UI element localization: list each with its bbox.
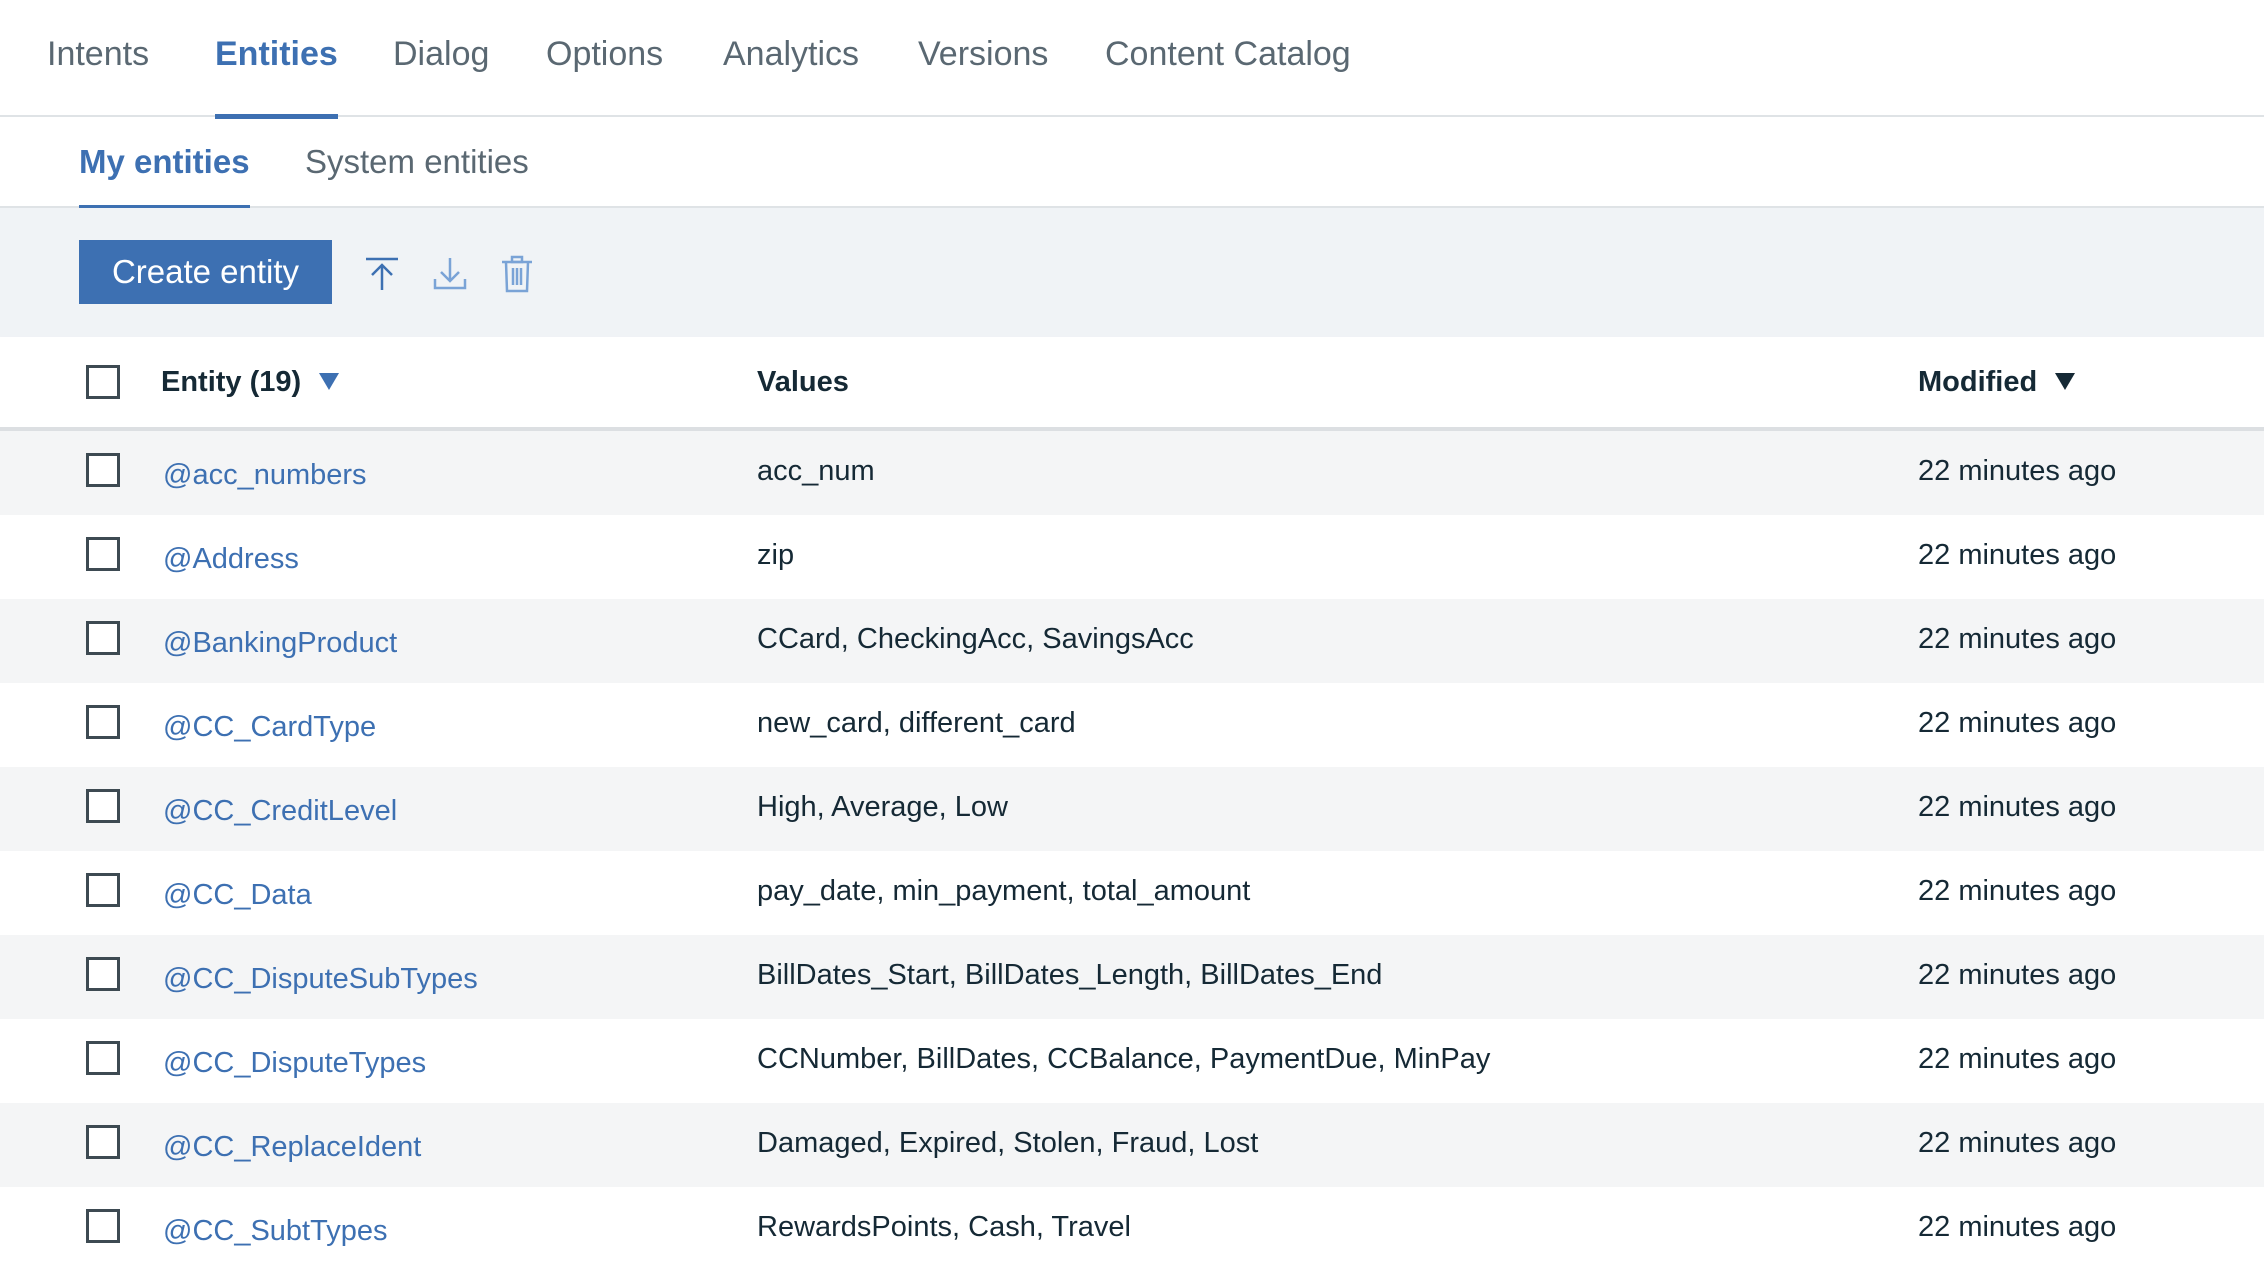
row-checkbox[interactable] <box>86 537 120 571</box>
table-row: @CC_DisputeSubTypes BillDates_Start, Bil… <box>0 935 2264 1019</box>
entity-column-header[interactable]: Entity (19) <box>161 337 340 431</box>
entity-link[interactable]: @BankingProduct <box>163 599 397 683</box>
row-checkbox[interactable] <box>86 453 120 487</box>
modified-time: 22 minutes ago <box>1918 1211 2117 1243</box>
modified-time: 22 minutes ago <box>1918 455 2117 487</box>
secondary-tab-bar: My entities System entities <box>0 117 2264 210</box>
modified-time: 22 minutes ago <box>1918 707 2117 739</box>
entity-values: new_card, different_card <box>757 707 1076 739</box>
sort-down-icon <box>2055 372 2076 390</box>
entities-table: Entity (19) Values Modified @acc_numbers… <box>0 337 2264 1271</box>
tab-options[interactable]: Options <box>546 0 663 117</box>
entity-values: CCNumber, BillDates, CCBalance, PaymentD… <box>757 1043 1491 1075</box>
modified-time: 22 minutes ago <box>1918 623 2117 655</box>
entity-link[interactable]: @Address <box>163 515 299 599</box>
entity-column-label: Entity (19) <box>161 366 302 398</box>
table-row: @CC_SubtTypes RewardsPoints, Cash, Trave… <box>0 1187 2264 1271</box>
modified-time: 22 minutes ago <box>1918 791 2117 823</box>
entity-link[interactable]: @acc_numbers <box>163 431 367 515</box>
entity-link[interactable]: @CC_CardType <box>163 683 376 767</box>
entity-link[interactable]: @CC_SubtTypes <box>163 1187 387 1271</box>
entity-values: Damaged, Expired, Stolen, Fraud, Lost <box>757 1127 1259 1159</box>
trash-icon[interactable] <box>497 254 537 294</box>
table-row: @CC_CardType new_card, different_card 22… <box>0 683 2264 767</box>
row-checkbox[interactable] <box>86 957 120 991</box>
table-row: @CC_CreditLevel High, Average, Low 22 mi… <box>0 767 2264 851</box>
table-row: @BankingProduct CCard, CheckingAcc, Savi… <box>0 599 2264 683</box>
tab-content-catalog[interactable]: Content Catalog <box>1105 0 1351 117</box>
select-all-checkbox[interactable] <box>86 365 120 399</box>
entity-values: pay_date, min_payment, total_amount <box>757 875 1251 907</box>
row-checkbox[interactable] <box>86 789 120 823</box>
entity-values: High, Average, Low <box>757 791 1008 823</box>
row-checkbox[interactable] <box>86 1041 120 1075</box>
table-row: @acc_numbers acc_num 22 minutes ago <box>0 431 2264 515</box>
entity-link[interactable]: @CC_CreditLevel <box>163 767 397 851</box>
row-checkbox[interactable] <box>86 1125 120 1159</box>
row-checkbox[interactable] <box>86 873 120 907</box>
modified-column-header[interactable]: Modified <box>1918 337 2076 431</box>
sort-down-icon <box>319 372 340 390</box>
modified-time: 22 minutes ago <box>1918 875 2117 907</box>
tab-versions[interactable]: Versions <box>918 0 1048 117</box>
tab-my-entities[interactable]: My entities <box>79 117 250 210</box>
create-entity-button[interactable]: Create entity <box>79 240 332 304</box>
modified-column-label: Modified <box>1918 366 2038 398</box>
modified-time: 22 minutes ago <box>1918 539 2117 571</box>
entity-link[interactable]: @CC_ReplaceIdent <box>163 1103 421 1187</box>
row-checkbox[interactable] <box>86 621 120 655</box>
entity-values: acc_num <box>757 455 875 487</box>
tab-intents[interactable]: Intents <box>47 0 149 117</box>
table-row: @Address zip 22 minutes ago <box>0 515 2264 599</box>
tab-entities[interactable]: Entities <box>215 0 338 119</box>
values-column-label: Values <box>757 366 849 398</box>
primary-tab-bar: Intents Entities Dialog Options Analytic… <box>0 0 2264 119</box>
row-checkbox[interactable] <box>86 1209 120 1243</box>
modified-time: 22 minutes ago <box>1918 1127 2117 1159</box>
entity-values: RewardsPoints, Cash, Travel <box>757 1211 1131 1243</box>
tab-analytics[interactable]: Analytics <box>723 0 859 117</box>
table-row: @CC_DisputeTypes CCNumber, BillDates, CC… <box>0 1019 2264 1103</box>
entity-values: CCard, CheckingAcc, SavingsAcc <box>757 623 1194 655</box>
tab-dialog[interactable]: Dialog <box>393 0 489 117</box>
modified-time: 22 minutes ago <box>1918 959 2117 991</box>
entity-link[interactable]: @CC_Data <box>163 851 312 935</box>
modified-time: 22 minutes ago <box>1918 1043 2117 1075</box>
values-column-header: Values <box>757 337 849 431</box>
entity-link[interactable]: @CC_DisputeSubTypes <box>163 935 478 1019</box>
table-row: @CC_ReplaceIdent Damaged, Expired, Stole… <box>0 1103 2264 1187</box>
upload-icon[interactable] <box>362 254 402 294</box>
entity-values: BillDates_Start, BillDates_Length, BillD… <box>757 959 1383 991</box>
table-header: Entity (19) Values Modified <box>0 337 2264 431</box>
row-checkbox[interactable] <box>86 705 120 739</box>
entity-toolbar: Create entity <box>0 208 2264 337</box>
entity-link[interactable]: @CC_DisputeTypes <box>163 1019 426 1103</box>
tab-system-entities[interactable]: System entities <box>305 117 529 208</box>
entity-values: zip <box>757 539 795 571</box>
table-row: @CC_Data pay_date, min_payment, total_am… <box>0 851 2264 935</box>
download-icon[interactable] <box>430 254 470 294</box>
